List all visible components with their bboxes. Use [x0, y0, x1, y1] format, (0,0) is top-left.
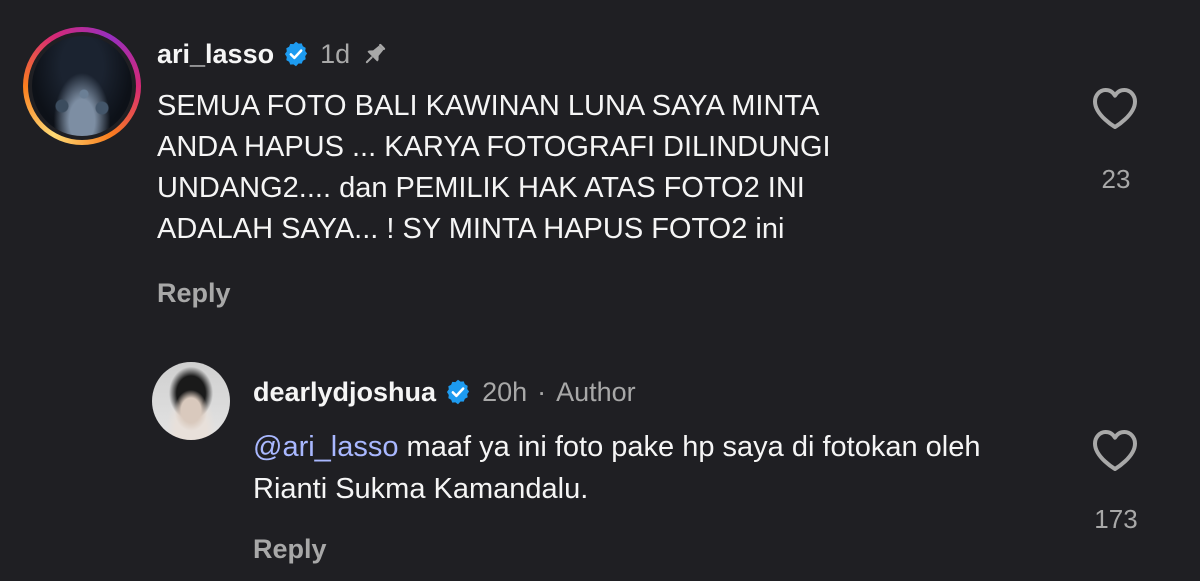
- comments-thread: ari_lasso 1d SEMUA FOTO BALI KAWINAN LUN…: [0, 0, 1200, 581]
- pin-icon: [366, 43, 386, 64]
- comment-header: ari_lasso 1d: [157, 36, 390, 72]
- like-count: 173: [1094, 504, 1138, 534]
- author-badge: Author: [556, 376, 636, 407]
- avatar: [32, 36, 132, 136]
- reply-button[interactable]: Reply: [253, 534, 327, 565]
- comment-time: 1d: [320, 38, 351, 69]
- username[interactable]: dearlydjoshua: [253, 377, 436, 408]
- meta-separator: ·: [537, 376, 547, 407]
- comment-text: @ari_lasso maaf ya ini foto pake hp saya…: [253, 426, 1053, 510]
- like-count: 23: [1101, 164, 1131, 194]
- username[interactable]: ari_lasso: [157, 39, 274, 70]
- avatar[interactable]: [152, 362, 230, 440]
- verified-badge-icon: [446, 379, 470, 405]
- avatar-story-ring[interactable]: [23, 27, 141, 145]
- heart-icon[interactable]: [1091, 428, 1139, 472]
- avatar-gap: [28, 32, 136, 140]
- comment-header: dearlydjoshua 20h · Author: [253, 374, 636, 410]
- verified-badge-icon: [285, 41, 308, 67]
- comment-time: 20h: [482, 376, 528, 407]
- reply-button[interactable]: Reply: [157, 278, 231, 309]
- mention-link[interactable]: @ari_lasso: [253, 431, 399, 463]
- comment-text: SEMUA FOTO BALI KAWINAN LUNA SAYA MINTA …: [157, 90, 831, 245]
- heart-icon[interactable]: [1091, 86, 1139, 130]
